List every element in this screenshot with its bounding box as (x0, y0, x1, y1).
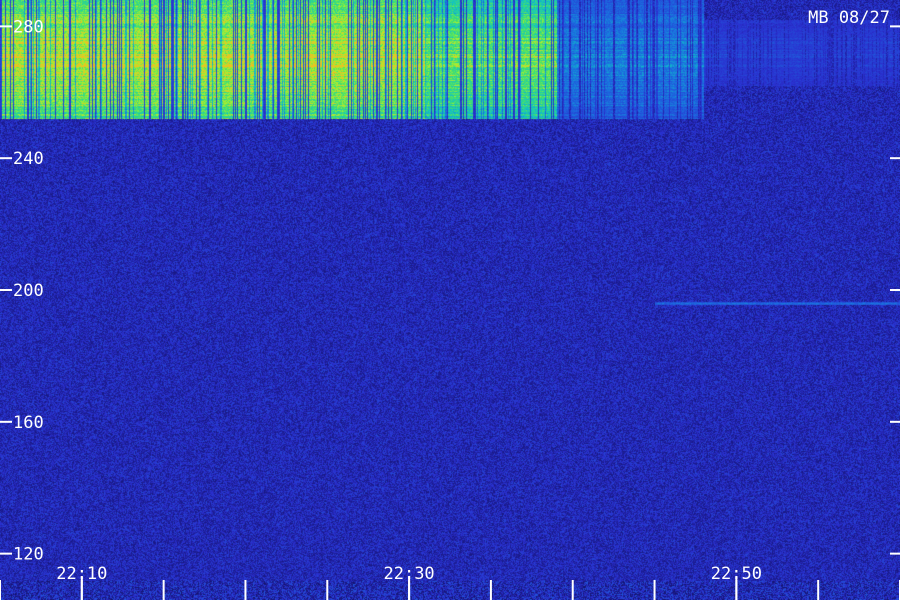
y-axis-left: 280 240 200 160 120 (0, 17, 44, 565)
chart-overlay: 280 240 200 160 120 22:10 22:30 22:50 MB 08/27 (0, 8, 900, 600)
y-tick-label: 160 (13, 413, 44, 433)
station-label: MB 08/27 (808, 8, 890, 28)
x-tick-label: 22:30 (383, 564, 434, 584)
y-tick-label: 200 (13, 281, 44, 301)
x-axis: 22:10 22:30 22:50 (0, 564, 900, 600)
y-tick-label: 280 (13, 17, 44, 37)
y-tick-label: 240 (13, 149, 44, 169)
y-tick-label: 120 (13, 545, 44, 565)
x-tick-label: 22:50 (711, 564, 762, 584)
y-axis-right (890, 25, 900, 555)
x-tick-label: 22:10 (56, 564, 107, 584)
